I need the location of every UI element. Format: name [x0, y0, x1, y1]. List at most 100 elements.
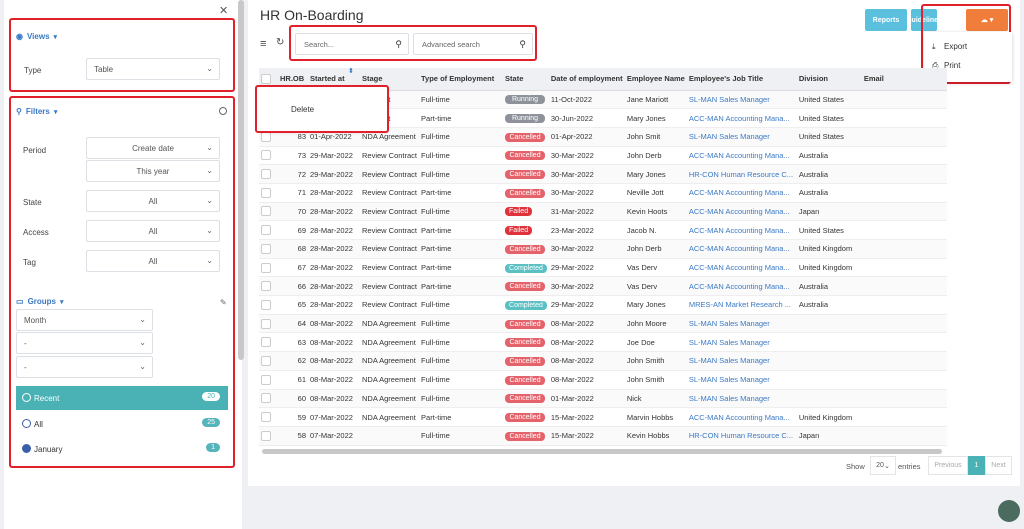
- table-row[interactable]: 67 28-Mar-2022 Review Contract Part-time Com…: [259, 258, 947, 278]
- row-checkbox[interactable]: [261, 281, 271, 292]
- job-title-cell[interactable]: SL-MAN Sales Manager: [686, 332, 797, 353]
- id-cell: 63: [278, 332, 308, 353]
- groups-section-title[interactable]: ▭ Groups ▾: [16, 297, 64, 306]
- row-checkbox[interactable]: [261, 131, 271, 142]
- table-row[interactable]: 73 29-Mar-2022 Review Contract Full-time Can…: [259, 146, 947, 166]
- table-row[interactable]: 65 28-Mar-2022 Review Contract Full-time Com…: [259, 295, 947, 315]
- job-title-cell[interactable]: SL-MAN Sales Manager: [686, 90, 797, 110]
- col-header-job[interactable]: Employee's Job Title: [686, 68, 797, 91]
- name-cell: John Smith: [624, 351, 687, 371]
- row-checkbox[interactable]: [261, 299, 271, 310]
- assistant-avatar[interactable]: [998, 500, 1020, 522]
- job-title-cell[interactable]: ACC-MAN Accounting Mana...: [686, 183, 797, 203]
- group-level-3-select[interactable]: - ⌄: [16, 356, 153, 378]
- col-header-email[interactable]: Email: [861, 68, 947, 91]
- period-field-select[interactable]: Create date ⌄: [86, 137, 220, 159]
- group-item-recent[interactable]: Recent 20: [16, 386, 228, 410]
- table-horizontal-scrollbar[interactable]: [262, 449, 942, 454]
- group-item-january[interactable]: January 1: [16, 437, 228, 461]
- job-title-cell[interactable]: HR-CON Human Resource C...: [686, 164, 797, 184]
- row-checkbox[interactable]: [261, 187, 271, 198]
- table-row[interactable]: 59 07-Mar-2022 NDA Agreement Part-time Cance…: [259, 407, 947, 427]
- state-select[interactable]: All ⌄: [86, 190, 220, 212]
- group-level-2-select[interactable]: - ⌄: [16, 332, 153, 354]
- row-checkbox[interactable]: [261, 355, 271, 366]
- period-range-select[interactable]: This year ⌄: [86, 160, 220, 182]
- close-icon[interactable]: ✕: [219, 4, 228, 17]
- export-menu-item[interactable]: Export: [944, 42, 967, 51]
- table-row[interactable]: 66 28-Mar-2022 Review Contract Part-time Can…: [259, 276, 947, 297]
- previous-page-button[interactable]: Previous: [928, 456, 968, 475]
- status-badge: Failed: [505, 207, 533, 217]
- views-section-title[interactable]: ◉ Views ▾: [16, 32, 57, 41]
- edit-icon[interactable]: ✎: [220, 298, 227, 307]
- download-button[interactable]: ☁ ▾: [966, 9, 1008, 31]
- table-row[interactable]: 63 08-Mar-2022 NDA Agreement Full-time Cance…: [259, 332, 947, 353]
- group-level-1-select[interactable]: Month ⌄: [16, 309, 153, 331]
- reset-filter-icon[interactable]: [219, 107, 227, 115]
- reports-button[interactable]: Reports: [865, 9, 907, 31]
- job-title-cell[interactable]: ACC-MAN Accounting Mana...: [686, 276, 797, 297]
- job-title-cell[interactable]: HR-CON Human Resource C...: [686, 426, 797, 446]
- period-label: Period: [23, 146, 47, 155]
- row-checkbox[interactable]: [261, 374, 271, 385]
- row-checkbox[interactable]: [261, 318, 271, 329]
- job-title-cell[interactable]: SL-MAN Sales Manager: [686, 127, 797, 147]
- job-title-cell[interactable]: MRES-AN Market Research ...: [686, 295, 797, 315]
- job-title-cell[interactable]: ACC-MAN Accounting Mana...: [686, 202, 797, 222]
- table-row[interactable]: 60 08-Mar-2022 NDA Agreement Full-time Cance…: [259, 389, 947, 409]
- job-title-cell[interactable]: SL-MAN Sales Manager: [686, 314, 797, 334]
- col-header-division[interactable]: Division: [796, 68, 862, 91]
- job-title-cell[interactable]: SL-MAN Sales Manager: [686, 389, 797, 409]
- col-header-type[interactable]: Type of Employment: [419, 68, 504, 91]
- row-checkbox[interactable]: [261, 150, 271, 161]
- filters-section-title[interactable]: ⚲ Filters ▾: [16, 107, 57, 116]
- row-checkbox[interactable]: [261, 262, 271, 273]
- job-title-cell[interactable]: ACC-MAN Accounting Mana...: [686, 239, 797, 259]
- group-item-all[interactable]: All 25: [16, 412, 228, 436]
- view-type-select[interactable]: Table ⌄: [86, 58, 220, 80]
- row-checkbox[interactable]: [261, 393, 271, 404]
- next-page-button[interactable]: Next: [985, 456, 1012, 475]
- date-cell: 08-Mar-2022: [548, 314, 625, 334]
- job-title-cell[interactable]: SL-MAN Sales Manager: [686, 351, 797, 371]
- per-page-select[interactable]: 20 ⌄: [870, 456, 896, 475]
- job-title-cell[interactable]: SL-MAN Sales Manager: [686, 370, 797, 390]
- job-title-cell[interactable]: ACC-MAN Accounting Mana...: [686, 146, 797, 166]
- table-row[interactable]: 68 28-Mar-2022 Review Contract Part-time Can…: [259, 239, 947, 259]
- select-all-checkbox[interactable]: [261, 73, 271, 84]
- table-row[interactable]: 64 08-Mar-2022 NDA Agreement Full-time Cance…: [259, 314, 947, 334]
- started-cell: 08-Mar-2022: [308, 370, 360, 390]
- table-row[interactable]: 72 29-Mar-2022 Review Contract Full-time Can…: [259, 164, 947, 184]
- table-row[interactable]: 61 08-Mar-2022 NDA Agreement Full-time Cance…: [259, 370, 947, 390]
- job-title-cell[interactable]: ACC-MAN Accounting Mana...: [686, 108, 797, 128]
- row-checkbox[interactable]: [261, 225, 271, 236]
- job-title-cell[interactable]: ACC-MAN Accounting Mana...: [686, 407, 797, 427]
- col-header-date[interactable]: Date of employment: [548, 68, 625, 91]
- advanced-search-input[interactable]: Advanced search ⚲: [413, 33, 533, 55]
- col-header-state[interactable]: State: [503, 68, 549, 91]
- table-row[interactable]: 69 28-Mar-2022 Review Contract Part-time Fai…: [259, 220, 947, 240]
- sort-icon[interactable]: ⬍: [348, 67, 354, 75]
- sidebar-scrollbar[interactable]: [238, 0, 244, 360]
- row-checkbox[interactable]: [261, 206, 271, 217]
- search-input[interactable]: Search... ⚲: [295, 33, 409, 55]
- date-cell: 01-Apr-2022: [548, 127, 625, 147]
- job-title-cell[interactable]: ACC-MAN Accounting Mana...: [686, 258, 797, 278]
- table-row[interactable]: 62 08-Mar-2022 NDA Agreement Full-time Cance…: [259, 351, 947, 371]
- row-checkbox[interactable]: [261, 243, 271, 254]
- menu-icon[interactable]: ≡: [260, 38, 266, 50]
- col-header-name[interactable]: Employee Name: [624, 68, 687, 91]
- page-1-button[interactable]: 1: [968, 456, 985, 475]
- row-checkbox[interactable]: [261, 169, 271, 180]
- access-select[interactable]: All ⌄: [86, 220, 220, 242]
- row-checkbox[interactable]: [261, 412, 271, 423]
- table-row[interactable]: 70 28-Mar-2022 Review Contract Full-time Fai…: [259, 202, 947, 222]
- table-row[interactable]: 71 28-Mar-2022 Review Contract Part-time Can…: [259, 183, 947, 203]
- table-row[interactable]: 58 07-Mar-2022 Full-time Cancelled 15-Mar-20…: [259, 426, 947, 446]
- tag-select[interactable]: All ⌄: [86, 250, 220, 272]
- row-checkbox[interactable]: [261, 430, 271, 441]
- refresh-icon[interactable]: ↻: [276, 37, 284, 48]
- job-title-cell[interactable]: ACC-MAN Accounting Mana...: [686, 220, 797, 240]
- row-checkbox[interactable]: [261, 337, 271, 348]
